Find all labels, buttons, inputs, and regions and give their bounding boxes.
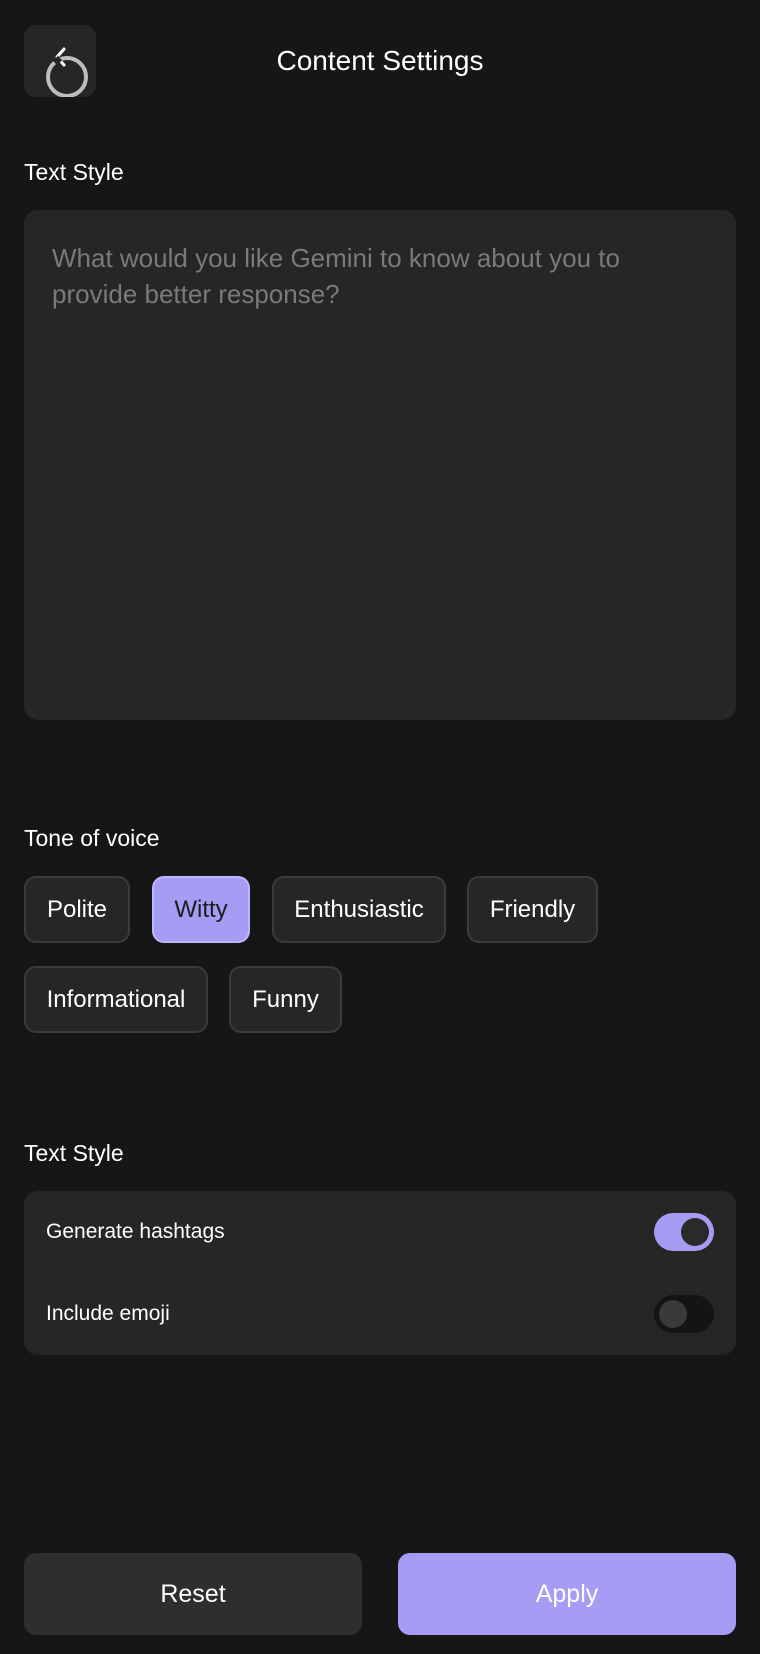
page-title: Content Settings (276, 45, 484, 76)
tone-chip-enthusiastic[interactable]: Enthusiastic (272, 876, 446, 943)
tone-of-voice-label: Tone of voice (24, 825, 160, 851)
toggle-row-emoji: Include emoji (24, 1273, 736, 1355)
about-you-textarea[interactable] (24, 210, 736, 720)
text-style-options-label: Text Style (24, 1140, 124, 1166)
content-settings-screen: Content Settings Text Style Tone of voic… (0, 0, 760, 1654)
hashtags-toggle[interactable] (654, 1213, 714, 1251)
apply-button[interactable]: Apply (398, 1553, 736, 1635)
tone-chip-witty[interactable]: Witty (152, 876, 250, 943)
tone-chip-funny[interactable]: Funny (229, 966, 342, 1033)
toggle-row-hashtags: Generate hashtags (24, 1191, 736, 1273)
tone-chip-friendly[interactable]: Friendly (467, 876, 598, 943)
toggle-knob (681, 1218, 709, 1246)
emoji-label: Include emoji (46, 1302, 170, 1325)
emoji-toggle[interactable] (654, 1295, 714, 1333)
tone-chip-informational[interactable]: Informational (24, 966, 208, 1033)
hashtags-label: Generate hashtags (46, 1220, 225, 1243)
reset-button[interactable]: Reset (24, 1553, 362, 1635)
toggle-knob (659, 1300, 687, 1328)
text-style-label: Text Style (24, 159, 124, 185)
tone-chip-polite[interactable]: Polite (24, 876, 130, 943)
toggle-card: Generate hashtags Include emoji (24, 1191, 736, 1355)
